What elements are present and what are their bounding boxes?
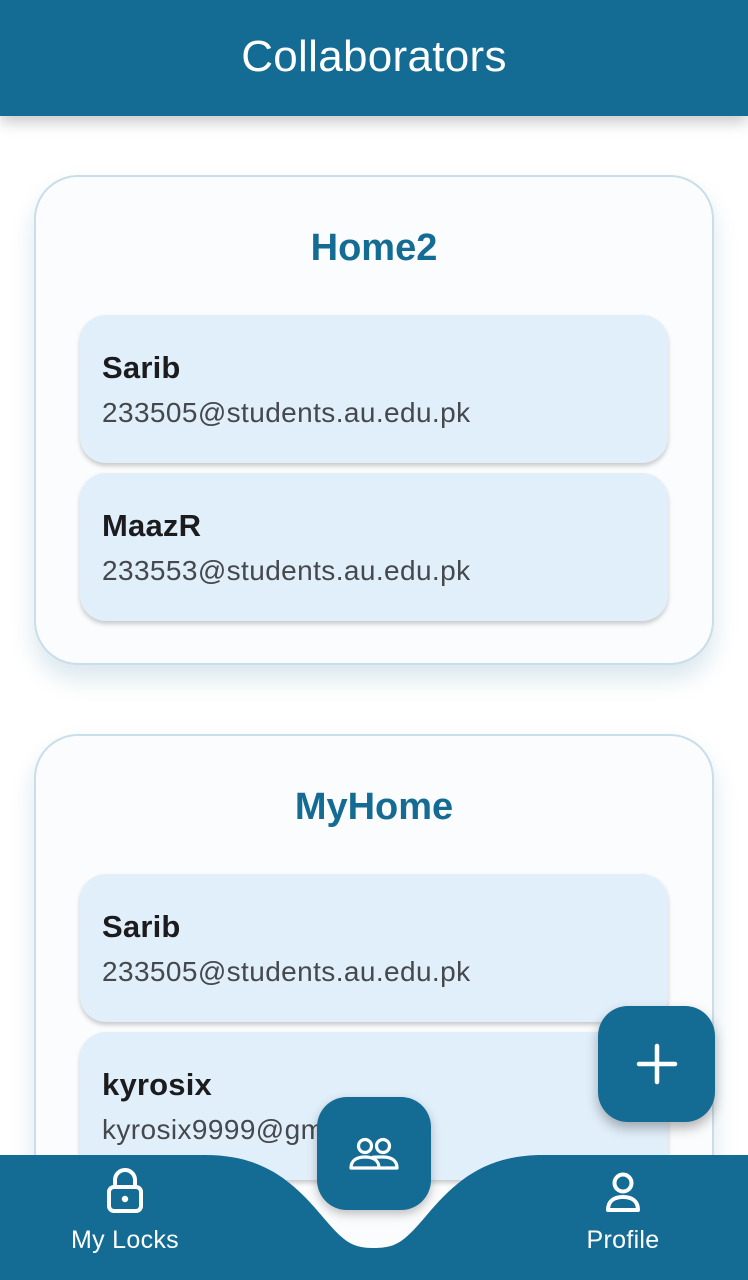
member-name: Sarib (102, 909, 181, 944)
lock-group-title: MyHome (294, 786, 454, 828)
member-email: 233553@students.au.edu.pk (102, 555, 471, 586)
person-icon (601, 1160, 645, 1214)
member-card[interactable]: Sarib 233505@students.au.edu.pk (80, 874, 668, 1022)
app-bar: Collaborators (0, 0, 748, 116)
people-icon (349, 1137, 399, 1170)
member-list: Sarib 233505@students.au.edu.pk MaazR 23… (36, 315, 712, 621)
lock-group-card: Home2 Sarib 233505@students.au.edu.pk Ma… (34, 175, 714, 665)
nav-item-profile[interactable]: Profile (533, 1160, 713, 1270)
member-email: 233505@students.au.edu.pk (102, 397, 471, 428)
lock-icon (103, 1160, 147, 1214)
nav-label: Profile (586, 1226, 660, 1254)
member-name: MaazR (102, 508, 202, 543)
nav-item-my-locks[interactable]: My Locks (35, 1160, 215, 1270)
add-collaborator-button[interactable] (598, 1006, 715, 1122)
page-title: Collaborators (241, 32, 507, 81)
plus-icon (636, 1043, 677, 1085)
member-email: 233505@students.au.edu.pk (102, 956, 471, 987)
member-card[interactable]: Sarib 233505@students.au.edu.pk (80, 315, 668, 463)
member-name: Sarib (102, 350, 181, 385)
collaborators-nav-button[interactable] (317, 1097, 431, 1210)
member-card[interactable]: MaazR 233553@students.au.edu.pk (80, 473, 668, 621)
lock-group-title: Home2 (310, 227, 438, 269)
collaborators-screen: Collaborators Home2 Sarib 233505@student… (0, 0, 748, 1280)
nav-label: My Locks (71, 1226, 179, 1254)
